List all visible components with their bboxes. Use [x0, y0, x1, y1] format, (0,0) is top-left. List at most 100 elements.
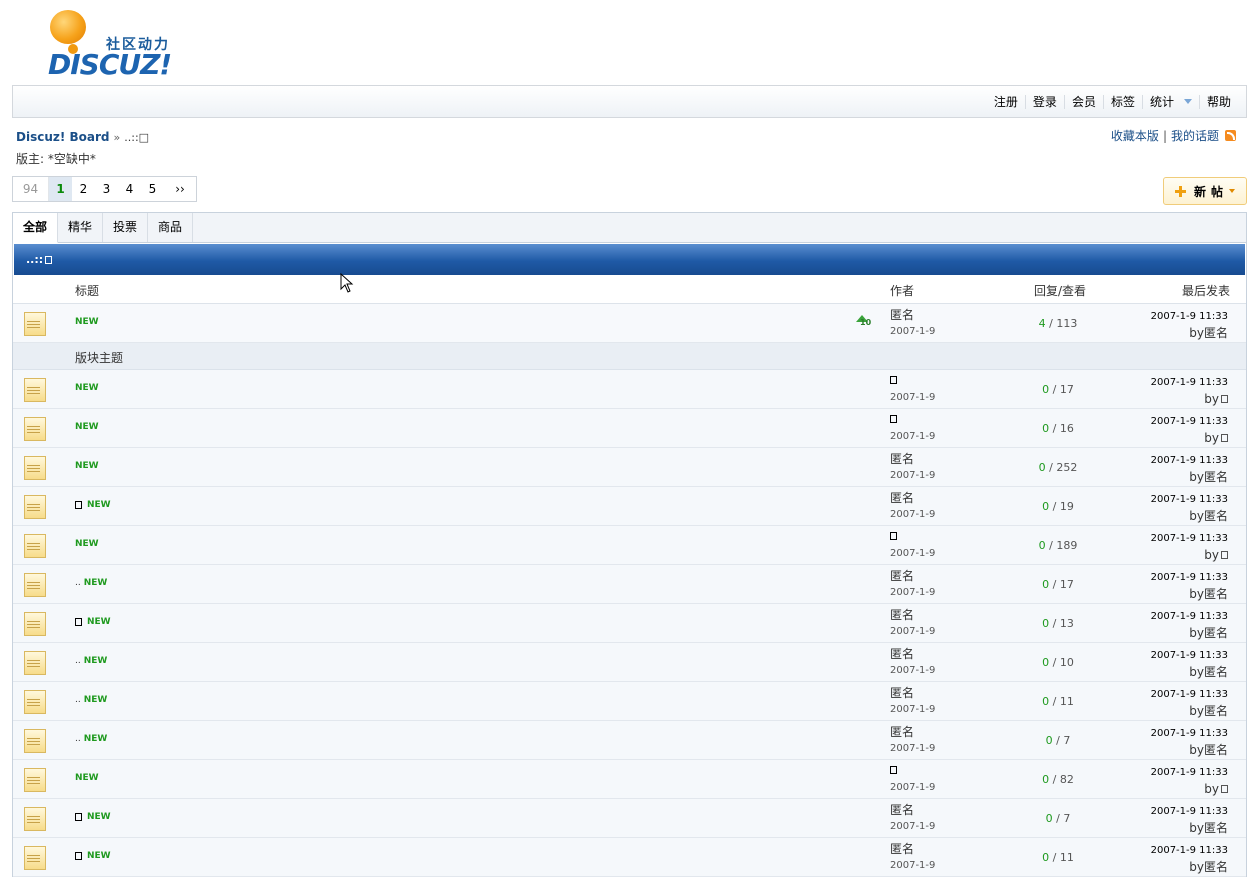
rss-icon[interactable]: [1225, 130, 1236, 141]
thread-row[interactable]: .. NEW 匿名 2007-1-9 0 / 7 2007-1-9 11:33 by匿名: [13, 721, 1246, 760]
tab-polls[interactable]: 投票: [103, 213, 149, 242]
thread-author[interactable]: 匿名: [890, 306, 914, 323]
thread-author[interactable]: [890, 762, 902, 777]
col-author: 作者: [890, 284, 915, 298]
thread-subject[interactable]: NEW: [75, 851, 111, 861]
forum-actions: 收藏本版 | 我的话题: [1111, 127, 1236, 144]
last-post-author[interactable]: 匿名: [1204, 665, 1228, 679]
last-post-info[interactable]: 2007-1-9 11:33 by匿名: [1151, 687, 1228, 719]
last-post-info[interactable]: 2007-1-9 11:33 by匿名: [1151, 492, 1228, 524]
nav-help[interactable]: 帮助: [1198, 94, 1238, 109]
thread-row[interactable]: NEW 2007-1-9 0 / 16 2007-1-9 11:33 by: [13, 409, 1246, 448]
thread-subject[interactable]: .. NEW: [75, 578, 107, 588]
last-post-info[interactable]: 2007-1-9 11:33 by匿名: [1151, 648, 1228, 680]
thread-date: 2007-1-9: [890, 548, 936, 559]
thread-row[interactable]: NEW 匿名 2007-1-9 0 / 7 2007-1-9 11:33 by匿名: [13, 799, 1246, 838]
thread-row[interactable]: NEW 2007-1-9 0 / 17 2007-1-9 11:33 by: [13, 370, 1246, 409]
page-2[interactable]: 2: [72, 177, 95, 201]
thread-subject[interactable]: NEW: [75, 500, 111, 510]
last-post-info[interactable]: 2007-1-9 11:33 by匿名: [1151, 453, 1228, 485]
my-threads-link[interactable]: 我的话题: [1171, 127, 1219, 144]
page-3[interactable]: 3: [95, 177, 118, 201]
last-post-info[interactable]: 2007-1-9 11:33 by: [1151, 414, 1228, 446]
thread-row[interactable]: .. NEW 匿名 2007-1-9 0 / 10 2007-1-9 11:33 by匿名: [13, 643, 1246, 682]
thread-row[interactable]: NEW 2007-1-9 0 / 82 2007-1-9 11:33 by: [13, 760, 1246, 799]
thread-author[interactable]: 匿名: [890, 723, 914, 740]
last-post-author[interactable]: 匿名: [1204, 470, 1228, 484]
last-post-author[interactable]: 匿名: [1204, 326, 1228, 340]
reply-count: 0: [1045, 734, 1053, 747]
thread-author[interactable]: [890, 411, 902, 426]
nav-members[interactable]: 会员: [1063, 94, 1103, 109]
last-post-author[interactable]: 匿名: [1204, 743, 1228, 757]
thread-author[interactable]: [890, 528, 902, 543]
last-post-info[interactable]: 2007-1-9 11:33 by匿名: [1151, 570, 1228, 602]
reply-view-count: 0 / 82: [1042, 773, 1074, 786]
folder-icon: [24, 378, 46, 402]
thread-author[interactable]: 匿名: [890, 684, 914, 701]
thread-row[interactable]: NEW 匿名 2007-1-9 0 / 252 2007-1-9 11:33 by匿名: [13, 448, 1246, 487]
thread-subject[interactable]: NEW: [75, 617, 111, 627]
thread-subject[interactable]: NEW: [75, 317, 99, 327]
discuz-logo[interactable]: 社区动力 DISCUZ!: [46, 8, 186, 81]
thread-subject[interactable]: NEW: [75, 422, 99, 432]
last-post-author[interactable]: 匿名: [1204, 860, 1228, 874]
thread-row[interactable]: NEW 匿名 2007-1-9 0 / 13 2007-1-9 11:33 by匿名: [13, 604, 1246, 643]
tab-trades[interactable]: 商品: [148, 213, 194, 242]
page-5[interactable]: 5: [141, 177, 164, 201]
last-post-author[interactable]: 匿名: [1204, 587, 1228, 601]
thread-subject[interactable]: .. NEW: [75, 656, 107, 666]
last-post-info[interactable]: 2007-1-9 11:33 by: [1151, 531, 1228, 563]
thread-author[interactable]: 匿名: [890, 606, 914, 623]
last-post-info[interactable]: 2007-1-9 11:33 by匿名: [1151, 804, 1228, 836]
thread-subject[interactable]: NEW: [75, 812, 111, 822]
last-post-author[interactable]: 匿名: [1204, 626, 1228, 640]
last-post-info[interactable]: 2007-1-9 11:33 by匿名: [1151, 609, 1228, 641]
thread-author[interactable]: 匿名: [890, 567, 914, 584]
last-post-info[interactable]: 2007-1-9 11:33 by: [1151, 765, 1228, 797]
thread-author[interactable]: 匿名: [890, 489, 914, 506]
thread-row[interactable]: .. NEW 匿名 2007-1-9 0 / 17 2007-1-9 11:33 by匿名: [13, 565, 1246, 604]
last-post-author[interactable]: 匿名: [1204, 821, 1228, 835]
page-1[interactable]: 1: [49, 177, 72, 201]
tab-all[interactable]: 全部: [13, 213, 59, 243]
thread-row[interactable]: .. NEW 匿名 2007-1-9 0 / 11 2007-1-9 11:33 by匿名: [13, 682, 1246, 721]
favorite-forum-link[interactable]: 收藏本版: [1111, 127, 1159, 144]
last-post-author[interactable]: 匿名: [1204, 704, 1228, 718]
thread-author[interactable]: 匿名: [890, 645, 914, 662]
thread-subject[interactable]: .. NEW: [75, 734, 107, 744]
thread-subject[interactable]: NEW: [75, 461, 99, 471]
tab-digest[interactable]: 精华: [58, 213, 104, 242]
page-4[interactable]: 4: [118, 177, 141, 201]
last-post-info[interactable]: 2007-1-9 11:33 by: [1151, 375, 1228, 407]
thread-author[interactable]: 匿名: [890, 840, 914, 857]
breadcrumb-home-link[interactable]: Discuz! Board: [16, 130, 110, 144]
thread-subject[interactable]: NEW: [75, 773, 99, 783]
thread-subject[interactable]: NEW: [75, 383, 99, 393]
last-post-author[interactable]: 匿名: [1204, 509, 1228, 523]
nav-login[interactable]: 登录: [1024, 94, 1064, 109]
new-thread-button[interactable]: 新帖: [1163, 177, 1247, 205]
thread-subject[interactable]: .. NEW: [75, 695, 107, 705]
view-count: 7: [1063, 812, 1071, 825]
thread-row[interactable]: NEW 匿名 2007-1-9 0 / 11 2007-1-9 11:33 by匿名: [13, 838, 1246, 877]
nav-register[interactable]: 注册: [987, 95, 1025, 109]
thread-row[interactable]: NEW 2007-1-9 0 / 189 2007-1-9 11:33 by: [13, 526, 1246, 565]
thread-author[interactable]: 匿名: [890, 801, 914, 818]
reply-count: 0: [1042, 851, 1050, 864]
thread-date: 2007-1-9: [890, 665, 936, 676]
next-page-button[interactable]: ››: [164, 177, 196, 201]
nav-tags[interactable]: 标签: [1102, 94, 1142, 109]
thread-author[interactable]: [890, 372, 902, 387]
thread-subject[interactable]: NEW: [75, 539, 99, 549]
section-label: 版块主题: [75, 351, 124, 365]
thread-row[interactable]: NEW 匿名 2007-1-9 0 / 19 2007-1-9 11:33 by匿名: [13, 487, 1246, 526]
last-post-info[interactable]: 2007-1-9 11:33 by匿名: [1151, 843, 1228, 875]
nav-stats[interactable]: 统计: [1141, 94, 1199, 109]
last-post-info[interactable]: 2007-1-9 11:33 by匿名: [1151, 309, 1228, 341]
top-nav-menu: 注册 登录 会员 标签 统计 帮助: [987, 86, 1238, 117]
view-count: 17: [1059, 383, 1074, 396]
thread-author[interactable]: 匿名: [890, 450, 914, 467]
sticky-thread-row[interactable]: NEW 匿名 2007-1-9 4 / 113 2007-1-9 11:33 b…: [13, 304, 1246, 343]
last-post-info[interactable]: 2007-1-9 11:33 by匿名: [1151, 726, 1228, 758]
